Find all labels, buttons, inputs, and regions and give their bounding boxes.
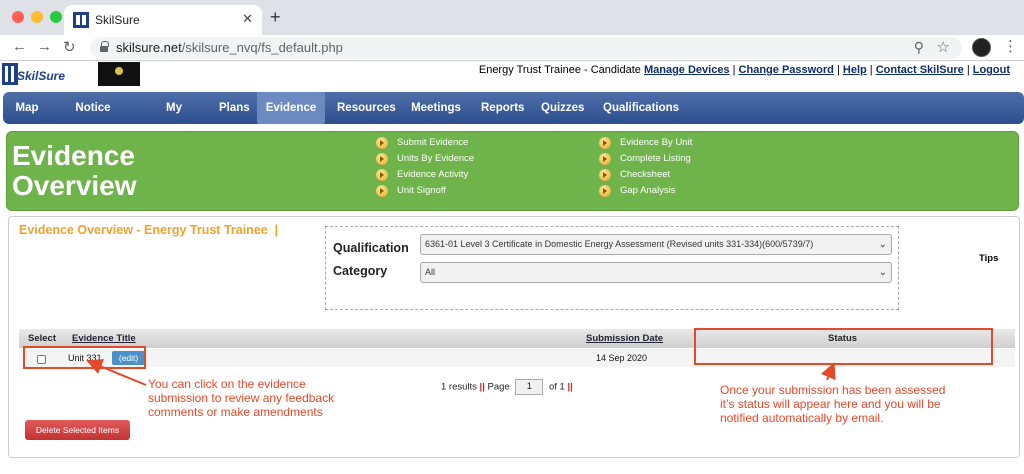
evidence-activity-link[interactable]: Evidence Activity [376,168,468,182]
reload-icon[interactable]: ↻ [63,38,76,56]
nav-reports[interactable]: Reports [473,92,527,124]
window-close-button[interactable] [12,11,24,23]
arrow-bullet-icon [599,169,611,181]
nav-resources[interactable]: Resources [329,92,397,124]
chevron-down-icon: ⌄ [878,267,887,278]
arrow-bullet-icon [599,137,611,149]
help-link[interactable]: Help [843,64,867,76]
gap-analysis-link[interactable]: Gap Analysis [599,184,675,198]
select-column-header: Select [28,333,56,344]
tab-title: SkilSure [95,13,140,27]
nav-meetings[interactable]: Meetings [403,92,469,124]
arrow-bullet-icon [376,169,388,181]
separator: | [966,64,970,76]
category-value: All [425,267,436,277]
manage-devices-link[interactable]: Manage Devices [644,64,730,76]
nav-plans[interactable]: Plans [211,92,255,124]
user-role-text: Energy Trust Trainee - Candidate [478,64,641,76]
change-password-link[interactable]: Change Password [739,64,834,76]
nav-my-status[interactable]: My Status [139,92,209,146]
page-number-input[interactable]: 1 [515,379,544,395]
annotation-highlight-evidence [23,346,146,369]
page-heading: Evidence Overview - Energy Trust Trainee… [19,223,279,237]
category-label: Category [333,264,388,278]
nav-map[interactable]: Map [7,92,47,124]
nav-evidence[interactable]: Evidence [257,92,325,124]
profile-avatar[interactable] [972,38,991,57]
annotation-note-left: You can click on the evidence submission… [148,377,335,419]
banner-title-line2: Overview [12,170,137,201]
user-links: Energy Trust Trainee - Candidate Manage … [479,64,1010,76]
forward-arrow-icon[interactable]: → [37,38,52,55]
submission-date-column-header[interactable]: Submission Date [586,333,663,344]
window-maximize-button[interactable] [50,11,62,23]
browser-menu-icon[interactable]: ⋮ [1003,38,1018,56]
unit-signoff-link[interactable]: Unit Signoff [376,184,446,198]
window-minimize-button[interactable] [31,11,43,23]
logout-link[interactable]: Logout [973,64,1010,76]
contact-skilsure-link[interactable]: Contact SkilSure [876,64,964,76]
tab-close-icon[interactable]: ✕ [242,11,253,27]
annotation-highlight-status [694,328,993,365]
submission-date: 14 Sep 2020 [596,353,648,363]
url-text: skilsure.net/skilsure_nvq/fs_default.php [116,40,343,55]
new-tab-button[interactable]: + [270,7,281,28]
address-bar: ← → ↻ skilsure.net/skilsure_nvq/fs_defau… [0,35,1024,61]
main-nav: Map Notice Board My Status Plans Evidenc… [3,92,1024,146]
qualification-select[interactable]: 6361-01 Level 3 Certificate in Domestic … [420,234,892,255]
units-by-evidence-link[interactable]: Units By Evidence [376,152,474,166]
skilsure-logo[interactable]: SkilSure [2,63,65,87]
page-total: of 1 [548,381,565,393]
lock-icon [100,41,109,52]
arrow-bullet-icon [599,185,611,197]
category-select[interactable]: All ⌄ [420,262,892,283]
skilsure-logo-icon [2,63,18,85]
separator: || [567,381,573,393]
qualification-label: Qualification [333,241,409,255]
nav-qualifications[interactable]: Qualifications [595,92,681,124]
pagination: 1 results || Page 1 of 1 || [441,379,573,395]
page-label: Page [487,381,510,393]
skilsure-favicon-icon [73,12,89,28]
tips-link[interactable]: Tips [979,253,998,264]
arrow-bullet-icon [599,153,611,165]
filter-panel: Qualification 6361-01 Level 3 Certificat… [325,226,899,310]
arrow-bullet-icon [376,153,388,165]
delete-selected-button[interactable]: Delete Selected Items [25,420,130,440]
checksheet-link[interactable]: Checksheet [599,168,670,182]
logo-text: SkilSure [17,69,66,83]
nav-notice-board[interactable]: Notice Board [51,92,135,146]
site-header: SkilSure Energy Trust Trainee - Candidat… [0,61,1024,91]
url-field[interactable]: skilsure.net/skilsure_nvq/fs_default.php… [90,37,962,59]
partner-logo [98,62,140,86]
submit-evidence-link[interactable]: Submit Evidence [376,136,468,150]
back-arrow-icon[interactable]: ← [12,38,27,55]
chevron-down-icon: ⌄ [878,239,887,250]
separator: | [869,64,873,76]
banner-title: Evidence Overview [12,141,312,201]
evidence-title-column-header[interactable]: Evidence Title [72,333,136,344]
annotation-note-right: Once your submission has been assessed i… [720,383,946,425]
results-count: 1 results [441,381,477,393]
bookmark-star-icon[interactable]: ☆ [937,38,950,56]
arrow-bullet-icon [376,185,388,197]
complete-listing-link[interactable]: Complete Listing [599,152,691,166]
separator: | [836,64,840,76]
banner-title-line1: Evidence [12,140,135,171]
qualification-value: 6361-01 Level 3 Certificate in Domestic … [425,239,814,249]
arrow-bullet-icon [376,137,388,149]
evidence-overview-banner: Evidence Overview Submit Evidence Units … [6,131,1019,211]
evidence-by-unit-link[interactable]: Evidence By Unit [599,136,692,150]
zoom-icon[interactable]: ⚲ [914,39,924,56]
separator: | [732,64,736,76]
browser-tab[interactable]: SkilSure ✕ [64,5,262,35]
separator: || [479,381,485,393]
browser-tab-bar: SkilSure ✕ + [0,0,1024,35]
nav-quizzes[interactable]: Quizzes [533,92,589,124]
